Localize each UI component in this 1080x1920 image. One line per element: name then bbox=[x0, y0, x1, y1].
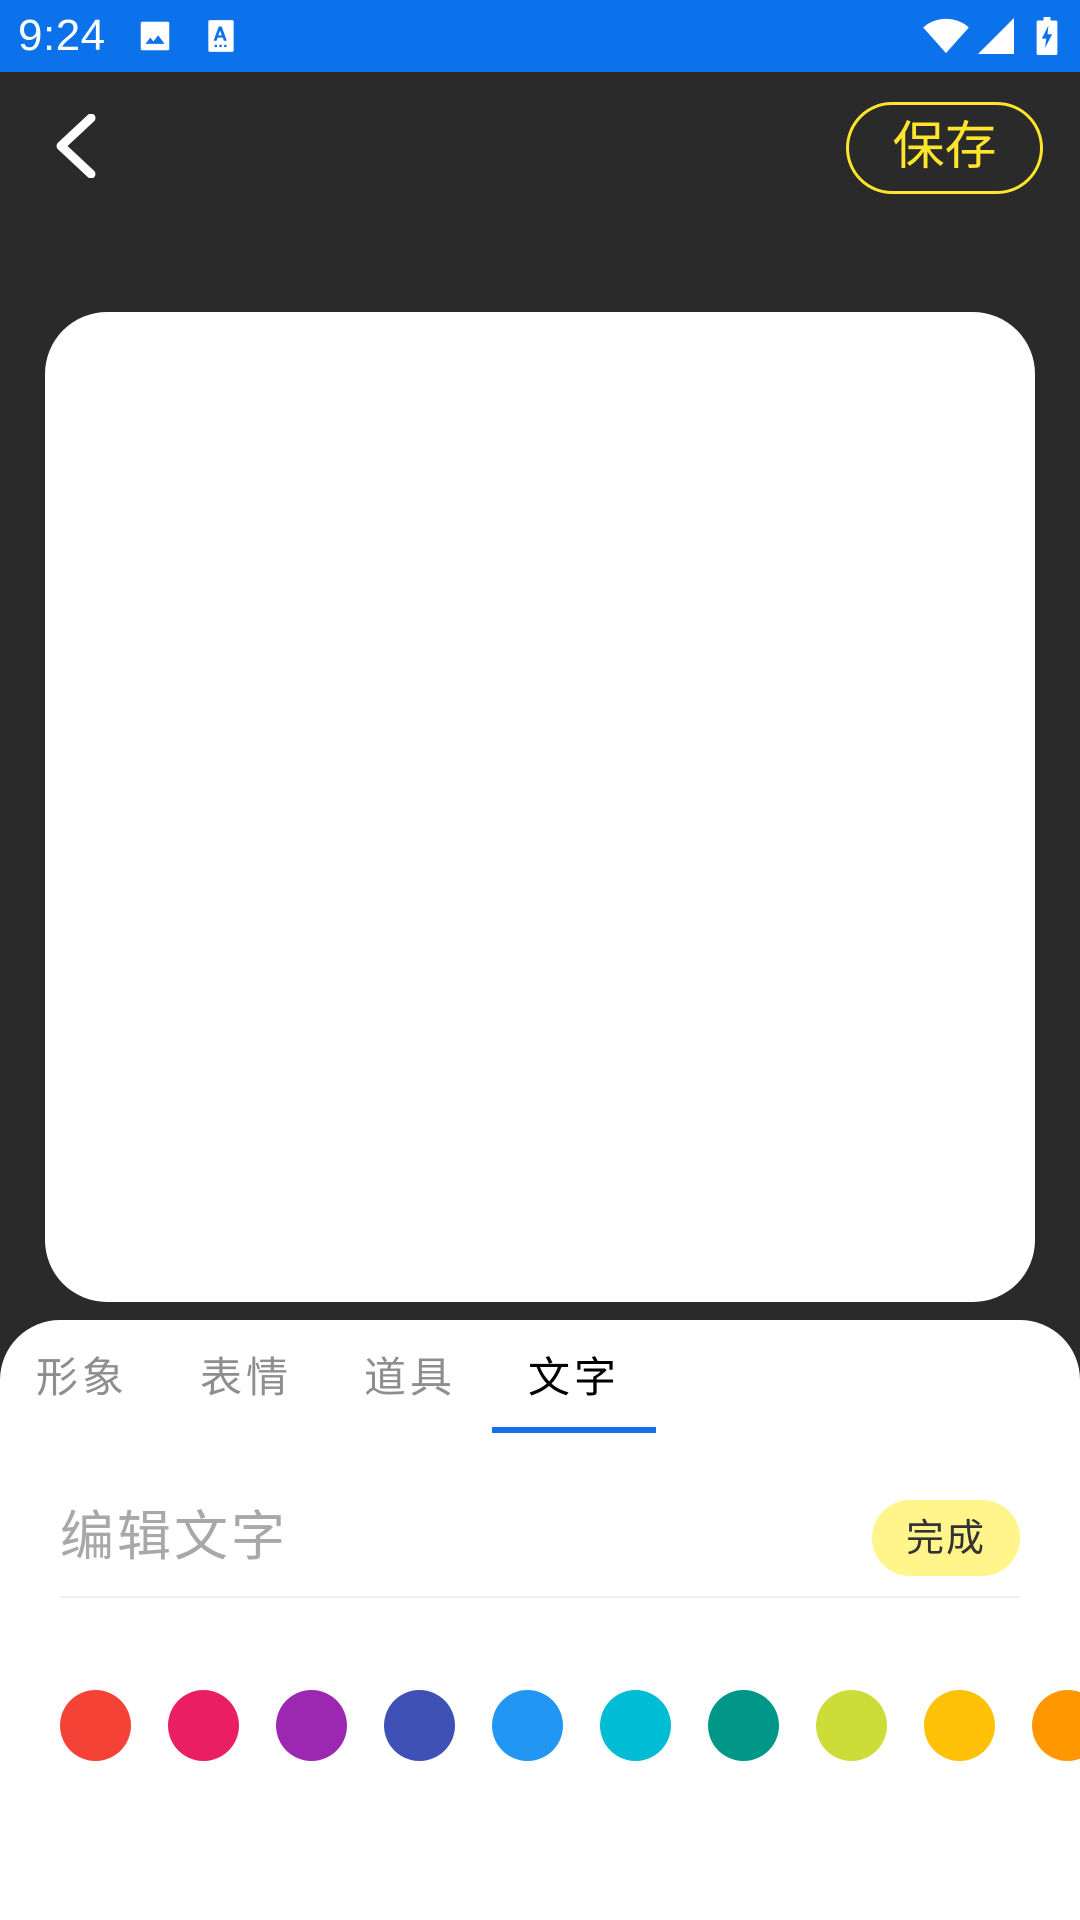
text-recognition-icon bbox=[202, 17, 240, 55]
tab-text[interactable]: 文字 bbox=[492, 1350, 656, 1406]
editor-tabs: 形象 表情 道具 文字 bbox=[0, 1320, 1080, 1433]
image-icon bbox=[136, 17, 174, 55]
save-button[interactable]: 保存 bbox=[846, 102, 1043, 194]
color-swatch[interactable] bbox=[816, 1690, 887, 1761]
text-edit-row: 完成 bbox=[60, 1480, 1020, 1598]
tab-indicator bbox=[492, 1427, 656, 1433]
text-input[interactable] bbox=[60, 1498, 840, 1574]
wifi-icon bbox=[922, 17, 970, 55]
cell-signal-icon bbox=[978, 17, 1014, 55]
editor-panel: 形象 表情 道具 文字 完成 bbox=[0, 1320, 1080, 1920]
done-button[interactable]: 完成 bbox=[872, 1500, 1020, 1576]
color-swatch[interactable] bbox=[60, 1690, 131, 1761]
status-time: 9:24 bbox=[18, 11, 106, 60]
color-swatch[interactable] bbox=[492, 1690, 563, 1761]
tab-figure[interactable]: 形象 bbox=[0, 1350, 164, 1406]
chevron-left-icon bbox=[56, 114, 96, 178]
tab-props[interactable]: 道具 bbox=[328, 1350, 492, 1406]
battery-charging-icon bbox=[1036, 17, 1058, 55]
color-swatch[interactable] bbox=[168, 1690, 239, 1761]
color-swatch[interactable] bbox=[924, 1690, 995, 1761]
tab-expression[interactable]: 表情 bbox=[164, 1350, 328, 1406]
color-swatches bbox=[0, 1690, 1080, 1762]
status-bar: 9:24 bbox=[0, 0, 1080, 72]
color-swatch[interactable] bbox=[384, 1690, 455, 1761]
back-button[interactable] bbox=[40, 106, 110, 186]
color-swatch[interactable] bbox=[708, 1690, 779, 1761]
avatar-canvas[interactable] bbox=[45, 312, 1035, 1302]
top-app-bar: 保存 bbox=[0, 72, 1080, 224]
color-swatch[interactable] bbox=[1032, 1690, 1080, 1761]
color-swatch[interactable] bbox=[600, 1690, 671, 1761]
color-swatch[interactable] bbox=[276, 1690, 347, 1761]
